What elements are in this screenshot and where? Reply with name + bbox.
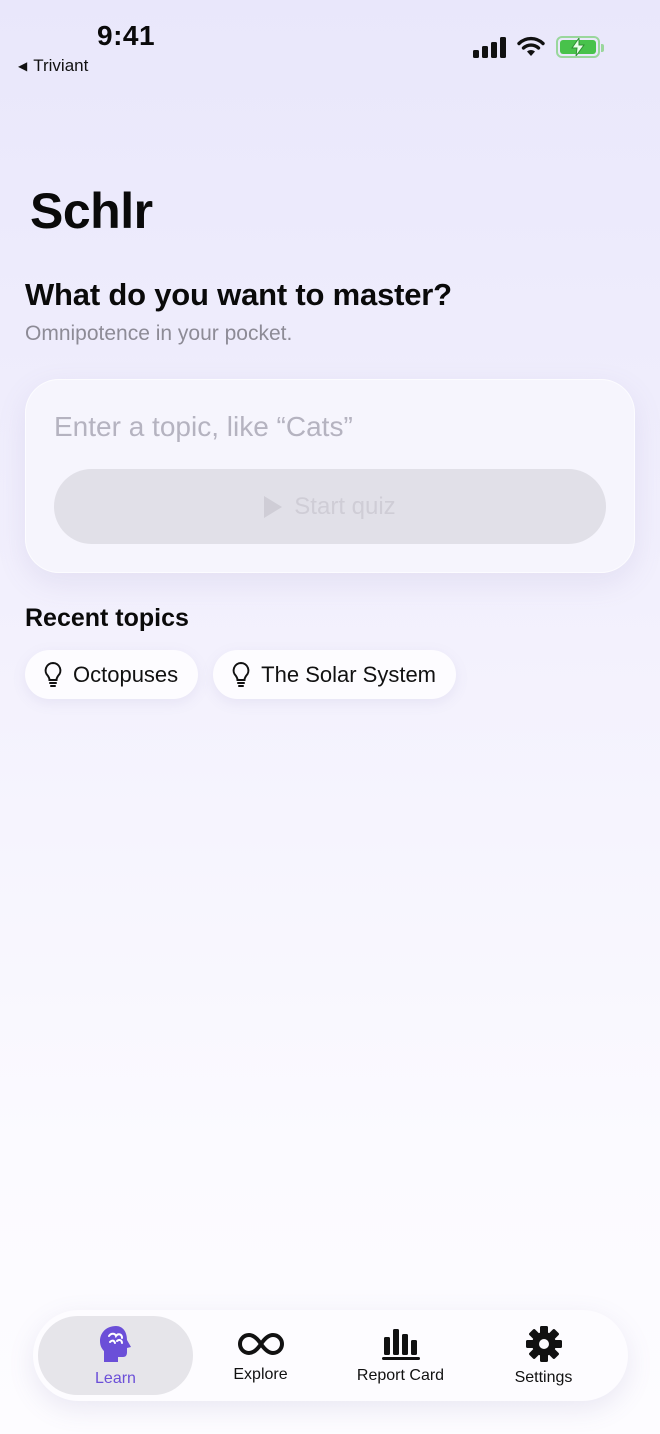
recent-topic-chip[interactable]: Octopuses [25, 650, 199, 699]
hero-question: What do you want to master? [25, 277, 452, 312]
recent-topics-heading: Recent topics [25, 604, 189, 632]
tab-bar: Learn Explore Report Card Settings [33, 1310, 628, 1401]
tab-settings[interactable]: Settings [466, 1316, 621, 1395]
lightbulb-icon [232, 661, 250, 687]
topic-input[interactable] [54, 403, 594, 451]
start-quiz-button[interactable]: Start quiz [54, 469, 606, 544]
battery-icon [556, 36, 604, 58]
recent-topics-list: Octopuses The Solar System [25, 650, 457, 699]
tab-explore[interactable]: Explore [183, 1316, 338, 1395]
lightbulb-icon [44, 661, 62, 687]
tab-label: Report Card [356, 1366, 445, 1384]
back-app-label: Triviant [33, 56, 89, 75]
back-triangle-icon: ◀ [18, 59, 28, 73]
cellular-signal-icon [473, 36, 506, 58]
start-quiz-label: Start quiz [294, 492, 396, 520]
brain-head-icon [99, 1325, 131, 1362]
recent-topic-chip[interactable]: The Solar System [213, 650, 457, 699]
status-time: 9:41 [97, 20, 156, 51]
play-icon [264, 495, 283, 518]
topic-entry-card: Start quiz [25, 379, 635, 573]
bar-chart-icon [381, 1328, 420, 1360]
app-title: Schlr [30, 183, 153, 239]
tab-label: Explore [233, 1365, 288, 1383]
tab-label: Learn [95, 1369, 136, 1387]
tab-report-card[interactable]: Report Card [323, 1316, 478, 1395]
tab-learn[interactable]: Learn [38, 1316, 193, 1395]
status-bar: 9:41 ◀ Triviant [0, 0, 660, 90]
back-to-app-link[interactable]: ◀ Triviant [18, 56, 88, 76]
infinity-icon [237, 1332, 284, 1355]
hero-subtitle: Omnipotence in your pocket. [25, 322, 293, 345]
tab-label: Settings [514, 1368, 573, 1386]
recent-topic-label: The Solar System [261, 661, 437, 687]
status-icons [473, 36, 604, 58]
wifi-icon [517, 36, 545, 56]
recent-topic-label: Octopuses [73, 661, 179, 687]
gear-icon [525, 1325, 562, 1362]
